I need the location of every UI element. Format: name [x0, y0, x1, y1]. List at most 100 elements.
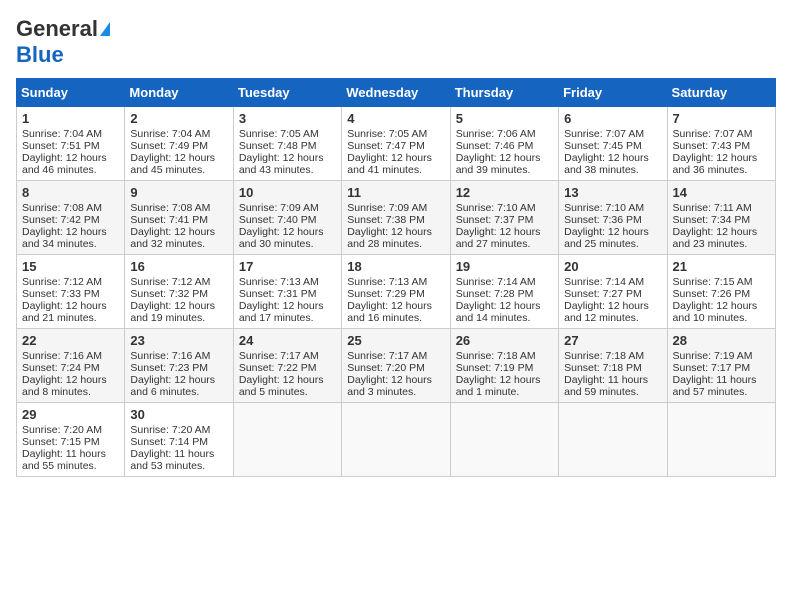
day-number: 26: [456, 333, 553, 348]
week-row-2: 8Sunrise: 7:08 AMSunset: 7:42 PMDaylight…: [17, 181, 776, 255]
day-info-line: Sunset: 7:43 PM: [673, 140, 770, 152]
day-info-line: Sunset: 7:37 PM: [456, 214, 553, 226]
day-info-line: Daylight: 11 hours: [130, 448, 227, 460]
day-info-line: and 43 minutes.: [239, 164, 336, 176]
day-info-line: Sunrise: 7:18 AM: [564, 350, 661, 362]
day-number: 14: [673, 185, 770, 200]
day-info-line: Sunset: 7:14 PM: [130, 436, 227, 448]
calendar-cell: 2 Sunrise: 7:04 AMSunset: 7:49 PMDaylight…: [125, 107, 233, 181]
day-info-line: Sunset: 7:46 PM: [456, 140, 553, 152]
day-info-line: Daylight: 12 hours: [22, 152, 119, 164]
calendar-cell: 23Sunrise: 7:16 AMSunset: 7:23 PMDayligh…: [125, 329, 233, 403]
day-info-line: and 14 minutes.: [456, 312, 553, 324]
calendar-cell: 5 Sunrise: 7:06 AMSunset: 7:46 PMDaylight…: [450, 107, 558, 181]
calendar-cell: [667, 403, 775, 477]
week-row-3: 15Sunrise: 7:12 AMSunset: 7:33 PMDayligh…: [17, 255, 776, 329]
day-info-line: Sunset: 7:23 PM: [130, 362, 227, 374]
day-number: 1: [22, 111, 119, 126]
day-info-line: Sunrise: 7:14 AM: [564, 276, 661, 288]
logo-arrow-icon: [100, 22, 110, 36]
day-info-line: Sunset: 7:45 PM: [564, 140, 661, 152]
day-info-line: and 39 minutes.: [456, 164, 553, 176]
day-info-line: Sunrise: 7:20 AM: [22, 424, 119, 436]
day-number: 30: [130, 407, 227, 422]
day-number: 12: [456, 185, 553, 200]
day-number: 6: [564, 111, 661, 126]
week-row-4: 22Sunrise: 7:16 AMSunset: 7:24 PMDayligh…: [17, 329, 776, 403]
day-header-monday: Monday: [125, 79, 233, 107]
day-number: 8: [22, 185, 119, 200]
day-info-line: Daylight: 12 hours: [456, 152, 553, 164]
day-info-line: Sunset: 7:34 PM: [673, 214, 770, 226]
day-number: 2: [130, 111, 227, 126]
calendar-cell: 13Sunrise: 7:10 AMSunset: 7:36 PMDayligh…: [559, 181, 667, 255]
calendar-cell: 11Sunrise: 7:09 AMSunset: 7:38 PMDayligh…: [342, 181, 450, 255]
day-info-line: Sunset: 7:49 PM: [130, 140, 227, 152]
day-info-line: and 55 minutes.: [22, 460, 119, 472]
day-info-line: Sunrise: 7:07 AM: [673, 128, 770, 140]
calendar-cell: 12Sunrise: 7:10 AMSunset: 7:37 PMDayligh…: [450, 181, 558, 255]
day-info-line: and 17 minutes.: [239, 312, 336, 324]
calendar-cell: 7Sunrise: 7:07 AMSunset: 7:43 PMDaylight…: [667, 107, 775, 181]
day-info-line: Sunset: 7:29 PM: [347, 288, 444, 300]
day-info-line: Sunrise: 7:04 AM: [130, 128, 227, 140]
day-info-line: Sunrise: 7:13 AM: [347, 276, 444, 288]
day-number: 20: [564, 259, 661, 274]
day-info-line: Sunrise: 7:20 AM: [130, 424, 227, 436]
calendar-body: 1Sunrise: 7:04 AMSunset: 7:51 PMDaylight…: [17, 107, 776, 477]
day-number: 29: [22, 407, 119, 422]
day-info-line: Sunrise: 7:04 AM: [22, 128, 119, 140]
day-info-line: Sunrise: 7:08 AM: [130, 202, 227, 214]
day-info-line: and 53 minutes.: [130, 460, 227, 472]
day-info-line: Daylight: 12 hours: [456, 300, 553, 312]
day-header-wednesday: Wednesday: [342, 79, 450, 107]
day-info-line: Daylight: 12 hours: [456, 374, 553, 386]
calendar-cell: 20Sunrise: 7:14 AMSunset: 7:27 PMDayligh…: [559, 255, 667, 329]
day-number: 19: [456, 259, 553, 274]
day-info-line: Sunset: 7:19 PM: [456, 362, 553, 374]
day-info-line: and 25 minutes.: [564, 238, 661, 250]
week-row-5: 29Sunrise: 7:20 AMSunset: 7:15 PMDayligh…: [17, 403, 776, 477]
day-info-line: and 32 minutes.: [130, 238, 227, 250]
day-number: 24: [239, 333, 336, 348]
day-info-line: Sunset: 7:20 PM: [347, 362, 444, 374]
day-info-line: Sunset: 7:32 PM: [130, 288, 227, 300]
header: General Blue: [16, 16, 776, 68]
day-info-line: Sunrise: 7:19 AM: [673, 350, 770, 362]
day-number: 18: [347, 259, 444, 274]
calendar-header-row: SundayMondayTuesdayWednesdayThursdayFrid…: [17, 79, 776, 107]
day-info-line: Sunrise: 7:05 AM: [347, 128, 444, 140]
day-info-line: Sunrise: 7:06 AM: [456, 128, 553, 140]
day-info-line: Daylight: 12 hours: [130, 374, 227, 386]
day-info-line: and 8 minutes.: [22, 386, 119, 398]
day-number: 17: [239, 259, 336, 274]
calendar-cell: 1Sunrise: 7:04 AMSunset: 7:51 PMDaylight…: [17, 107, 125, 181]
day-info-line: and 38 minutes.: [564, 164, 661, 176]
day-info-line: Sunset: 7:26 PM: [673, 288, 770, 300]
calendar-cell: 28Sunrise: 7:19 AMSunset: 7:17 PMDayligh…: [667, 329, 775, 403]
calendar-cell: 18 Sunrise: 7:13 AMSunset: 7:29 PMDayligh…: [342, 255, 450, 329]
day-info-line: and 41 minutes.: [347, 164, 444, 176]
day-info-line: Daylight: 12 hours: [456, 226, 553, 238]
calendar-cell: 8Sunrise: 7:08 AMSunset: 7:42 PMDaylight…: [17, 181, 125, 255]
day-info-line: and 16 minutes.: [347, 312, 444, 324]
day-number: 5: [456, 111, 553, 126]
day-info-line: and 1 minute.: [456, 386, 553, 398]
day-info-line: Sunrise: 7:17 AM: [347, 350, 444, 362]
calendar-cell: 25Sunrise: 7:17 AMSunset: 7:20 PMDayligh…: [342, 329, 450, 403]
day-info-line: Sunset: 7:31 PM: [239, 288, 336, 300]
day-info-line: and 12 minutes.: [564, 312, 661, 324]
day-info-line: Daylight: 12 hours: [130, 152, 227, 164]
day-number: 7: [673, 111, 770, 126]
day-header-saturday: Saturday: [667, 79, 775, 107]
day-info-line: Daylight: 12 hours: [347, 226, 444, 238]
day-info-line: Sunset: 7:36 PM: [564, 214, 661, 226]
day-number: 9: [130, 185, 227, 200]
calendar-cell: [342, 403, 450, 477]
day-info-line: Daylight: 12 hours: [564, 226, 661, 238]
day-info-line: Daylight: 12 hours: [239, 152, 336, 164]
day-info-line: Daylight: 12 hours: [22, 300, 119, 312]
day-info-line: Sunrise: 7:16 AM: [130, 350, 227, 362]
day-info-line: Daylight: 12 hours: [347, 300, 444, 312]
day-info-line: Daylight: 12 hours: [564, 152, 661, 164]
